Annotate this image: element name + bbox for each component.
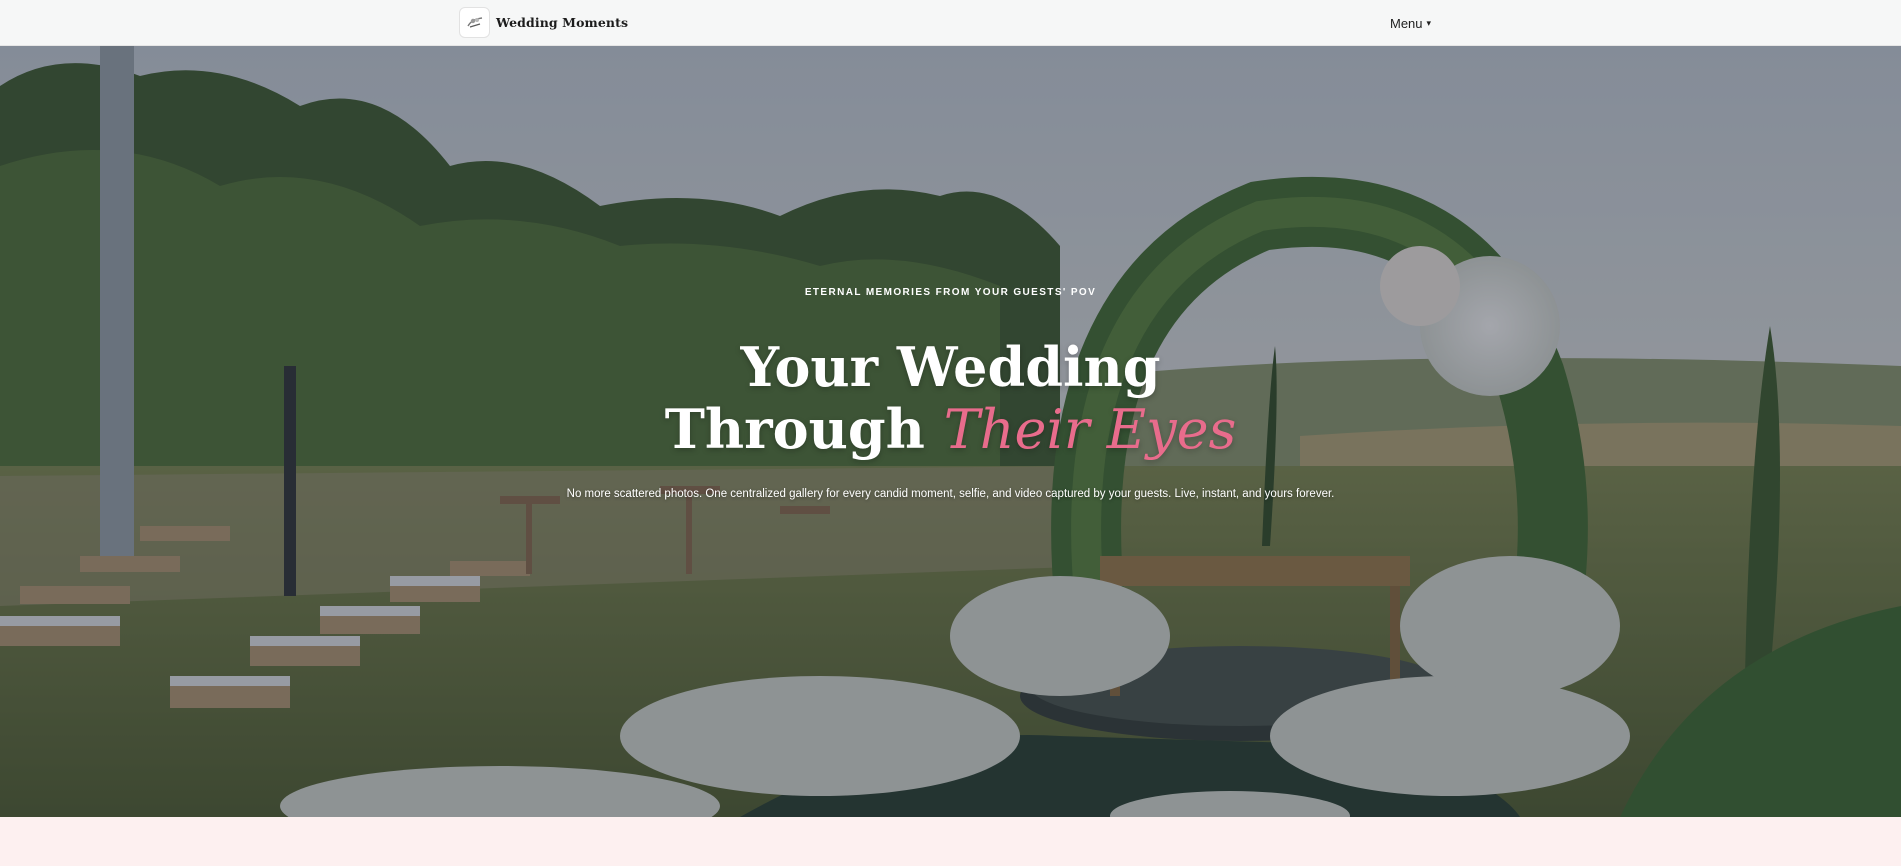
brand-link[interactable]: Wedding Moments <box>459 6 628 38</box>
top-navigation-bar: Wedding Moments Menu ▾ <box>0 0 1901 46</box>
hero-subtitle: No more scattered photos. One centralize… <box>566 488 1335 500</box>
hero-title-line1: Your Wedding <box>740 335 1161 399</box>
brand-name: Wedding Moments <box>496 14 629 30</box>
hero-title: Your Wedding Through Their Eyes <box>0 336 1901 461</box>
next-section <box>0 817 1901 866</box>
hero-eyebrow: ETERNAL MEMORIES FROM YOUR GUESTS' POV <box>804 287 1097 298</box>
menu-dropdown-button[interactable]: Menu ▾ <box>1390 13 1431 33</box>
hero-title-line2-accent: Their Eyes <box>943 398 1237 461</box>
hero-content: ETERNAL MEMORIES FROM YOUR GUESTS' POV Y… <box>0 46 1901 817</box>
menu-label: Menu <box>1390 15 1423 31</box>
hero-title-line2-plain: Through <box>664 397 925 461</box>
hero-section: ETERNAL MEMORIES FROM YOUR GUESTS' POV Y… <box>0 46 1901 817</box>
brand-logo <box>459 6 490 38</box>
couple-illustration-icon <box>466 17 482 28</box>
chevron-down-icon: ▾ <box>1426 17 1432 28</box>
